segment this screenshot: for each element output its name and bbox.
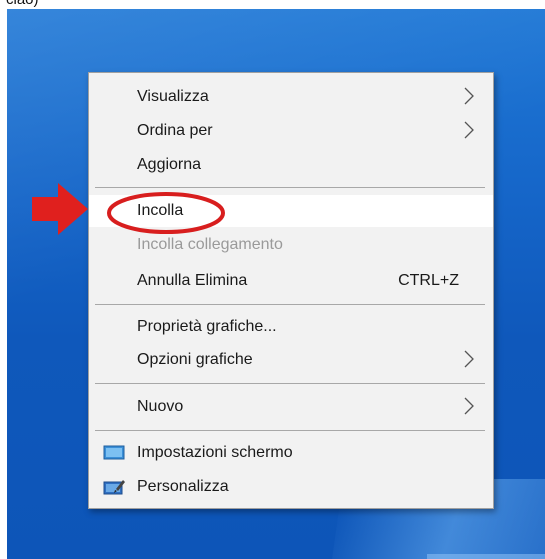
menu-item-label: Personalizza	[137, 478, 229, 495]
menu-item-label: Ordina per	[137, 122, 213, 139]
wallpaper-light-band	[427, 554, 545, 559]
menu-item-ordina-per[interactable]: Ordina per	[89, 115, 493, 147]
menu-item-nuovo[interactable]: Nuovo	[89, 391, 493, 423]
menu-item-personalizza[interactable]: Personalizza	[89, 471, 493, 503]
menu-separator	[95, 430, 485, 431]
menu-item-annulla-elimina[interactable]: Annulla Elimina CTRL+Z	[89, 265, 493, 297]
menu-item-label: Proprietà grafiche...	[137, 318, 277, 335]
chevron-right-icon	[464, 350, 474, 368]
keyboard-shortcut-label: CTRL+Z	[398, 272, 459, 289]
menu-item-visualizza[interactable]: Visualizza	[89, 81, 493, 113]
menu-item-label: Annulla Elimina	[137, 272, 248, 289]
menu-item-label: Opzioni grafiche	[137, 351, 253, 368]
chevron-right-icon	[464, 121, 474, 139]
menu-item-label: Visualizza	[137, 88, 209, 105]
personalize-icon	[103, 480, 125, 495]
top-caption-text: ciao)	[6, 0, 39, 8]
chevron-right-icon	[464, 87, 474, 105]
menu-item-proprieta-grafiche[interactable]: Proprietà grafiche...	[89, 311, 493, 343]
menu-separator	[95, 187, 485, 188]
chevron-right-icon	[464, 397, 474, 415]
red-ellipse-annotation-icon	[107, 192, 225, 234]
desktop-context-menu: Visualizza Ordina per Aggiorna Incolla I…	[88, 72, 494, 509]
menu-separator	[95, 304, 485, 305]
menu-separator	[95, 383, 485, 384]
menu-item-impostazioni-schermo[interactable]: Impostazioni schermo	[89, 437, 493, 469]
screenshot-page: ciao) Visualizza Ordina per Aggiorna Inc…	[0, 0, 545, 559]
menu-item-label: Nuovo	[137, 398, 184, 415]
menu-item-label: Incolla collegamento	[137, 236, 283, 253]
menu-item-label: Impostazioni schermo	[137, 444, 293, 461]
menu-item-opzioni-grafiche[interactable]: Opzioni grafiche	[89, 344, 493, 376]
menu-item-label: Aggiorna	[137, 156, 202, 173]
red-arrow-annotation-icon	[32, 183, 88, 235]
display-settings-icon	[103, 445, 125, 460]
menu-item-aggiorna[interactable]: Aggiorna	[89, 149, 493, 181]
